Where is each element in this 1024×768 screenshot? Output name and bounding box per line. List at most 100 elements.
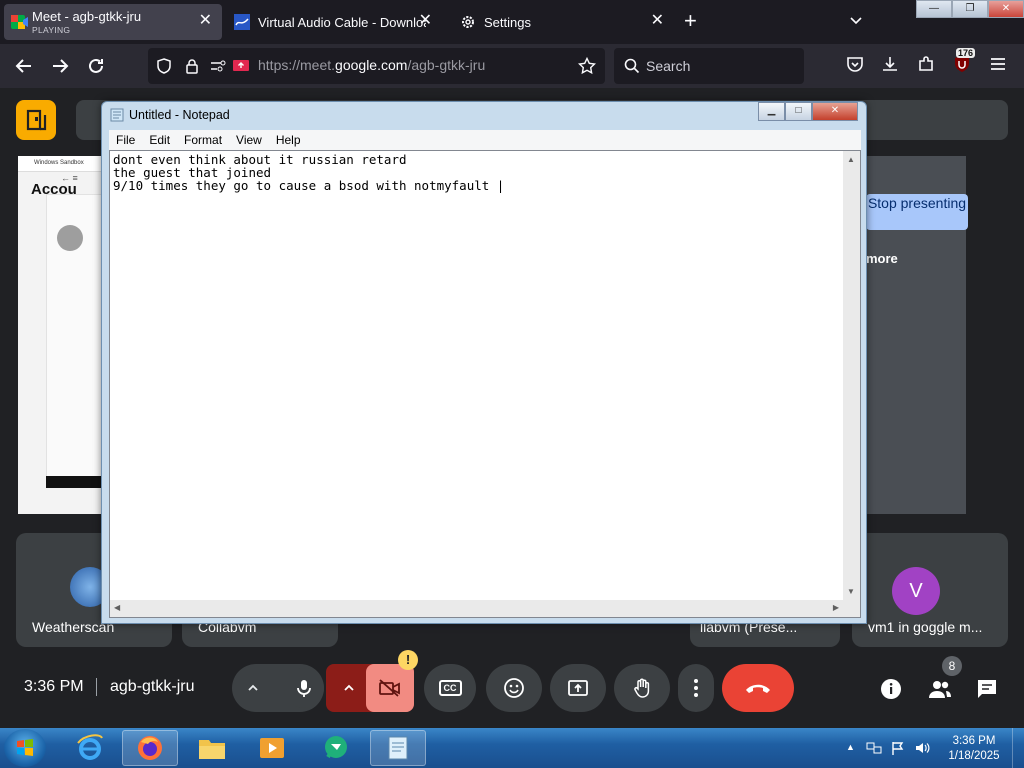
reload-icon[interactable] bbox=[84, 54, 108, 78]
notepad-minimize-button[interactable]: ▁ bbox=[758, 102, 785, 121]
captions-button[interactable]: CC bbox=[424, 664, 476, 712]
stop-presenting-button[interactable]: Stop presenting bbox=[866, 194, 968, 230]
show-desktop-button[interactable] bbox=[1012, 728, 1024, 768]
url-bar[interactable]: https://meet.google.com/agb-gtkk-jru bbox=[148, 48, 605, 84]
hamburger-menu-icon[interactable] bbox=[988, 54, 1012, 78]
meeting-time: 3:36 PM bbox=[24, 678, 84, 695]
participant-avatar: V bbox=[892, 567, 940, 615]
back-arrow-icon[interactable] bbox=[12, 54, 36, 78]
video-options-chevron-icon[interactable] bbox=[342, 681, 356, 695]
search-box[interactable]: Search bbox=[614, 48, 804, 84]
more-label: more bbox=[866, 251, 898, 266]
notepad-icon bbox=[383, 733, 413, 763]
sandbox-taskbar bbox=[46, 476, 108, 488]
tab-virtual-audio-cable[interactable]: Virtual Audio Cable - Download ✕ bbox=[228, 4, 442, 40]
camera-off-icon[interactable] bbox=[366, 664, 414, 712]
horizontal-scrollbar[interactable]: ◀ ▶ bbox=[110, 600, 843, 617]
menu-file[interactable]: File bbox=[109, 133, 142, 147]
microphone-control-group bbox=[232, 664, 324, 712]
taskbar-internet-explorer[interactable] bbox=[62, 730, 118, 766]
tab-meet[interactable]: Meet - agb-gtkk-jru PLAYING ✕ bbox=[4, 4, 222, 40]
raise-hand-button[interactable] bbox=[614, 664, 670, 712]
tab-vac-title: Virtual Audio Cable - Download bbox=[258, 14, 426, 30]
microphone-icon[interactable] bbox=[284, 668, 324, 708]
minimize-button[interactable]: — bbox=[916, 0, 952, 18]
taskbar-media-player[interactable] bbox=[244, 730, 300, 766]
people-icon[interactable] bbox=[928, 678, 952, 700]
downloads-icon[interactable] bbox=[880, 54, 904, 78]
browser-tab-bar: Meet - agb-gtkk-jru PLAYING ✕ Virtual Au… bbox=[0, 0, 1024, 44]
meeting-details-info-icon[interactable] bbox=[880, 678, 902, 700]
new-tab-plus-icon[interactable]: + bbox=[684, 10, 697, 32]
tab-settings-close-icon[interactable]: ✕ bbox=[651, 13, 664, 29]
taskbar-meet-app[interactable] bbox=[308, 730, 364, 766]
scroll-right-arrow-icon[interactable]: ▶ bbox=[833, 603, 839, 612]
navigation-toolbar: https://meet.google.com/agb-gtkk-jru Sea… bbox=[0, 44, 1024, 88]
notepad-maximize-button[interactable]: □ bbox=[785, 102, 812, 121]
show-hidden-icons-chevron-icon[interactable]: ▲ bbox=[846, 742, 855, 752]
scroll-down-arrow-icon[interactable]: ▼ bbox=[847, 587, 855, 596]
hang-up-icon bbox=[744, 681, 772, 695]
network-icon[interactable] bbox=[866, 740, 882, 756]
maximize-button[interactable]: ❐ bbox=[952, 0, 988, 18]
taskbar-firefox[interactable] bbox=[122, 730, 178, 766]
chat-icon[interactable] bbox=[976, 678, 998, 700]
search-placeholder: Search bbox=[646, 58, 691, 74]
menu-view[interactable]: View bbox=[229, 133, 269, 147]
pocket-icon[interactable] bbox=[845, 54, 869, 78]
tab-settings[interactable]: Settings ✕ bbox=[454, 4, 674, 40]
permissions-icon[interactable] bbox=[210, 58, 228, 74]
taskbar-notepad[interactable] bbox=[370, 730, 426, 766]
notepad-window-controls: ▁ □ ✕ bbox=[758, 102, 858, 121]
bookmark-star-icon[interactable] bbox=[578, 57, 596, 75]
notepad-menubar: File Edit Format View Help bbox=[109, 130, 861, 150]
notepad-text-area[interactable]: dont even think about it russian retard t… bbox=[109, 150, 861, 618]
shared-screen-sandbox: Windows Sandbox ← ≡ Accou bbox=[18, 156, 108, 514]
camera-warning-badge: ! bbox=[398, 650, 418, 670]
forward-arrow-icon[interactable] bbox=[48, 54, 72, 78]
participant-tile[interactable]: V vm1 in goggle m... bbox=[852, 533, 1008, 647]
audio-options-chevron-icon[interactable] bbox=[246, 681, 260, 695]
chat-bubble-app-icon bbox=[321, 733, 351, 763]
windows-taskbar: ▲ 3:36 PM 1/18/2025 bbox=[0, 728, 1024, 768]
leave-call-button[interactable] bbox=[722, 664, 794, 712]
text-line: 9/10 times they go to cause a bsod with … bbox=[113, 178, 505, 193]
search-icon bbox=[624, 58, 640, 74]
vertical-scrollbar[interactable]: ▲ ▼ bbox=[843, 151, 860, 600]
scroll-left-arrow-icon[interactable]: ◀ bbox=[114, 603, 120, 612]
scroll-up-arrow-icon[interactable]: ▲ bbox=[847, 155, 855, 164]
notepad-close-button[interactable]: ✕ bbox=[812, 102, 858, 121]
volume-icon[interactable] bbox=[914, 740, 930, 756]
taskbar-file-explorer[interactable] bbox=[184, 730, 240, 766]
list-all-tabs-chevron-icon[interactable] bbox=[848, 12, 864, 28]
internet-explorer-icon bbox=[75, 733, 105, 763]
menu-help[interactable]: Help bbox=[269, 133, 308, 147]
resize-grip-icon[interactable] bbox=[843, 600, 860, 617]
system-clock[interactable]: 3:36 PM 1/18/2025 bbox=[938, 734, 1010, 764]
present-now-button[interactable] bbox=[550, 664, 606, 712]
url-text[interactable]: https://meet.google.com/agb-gtkk-jru bbox=[258, 57, 485, 73]
screen-share-indicator-icon[interactable] bbox=[232, 58, 250, 74]
clock-time: 3:36 PM bbox=[952, 735, 996, 747]
close-button[interactable]: ✕ bbox=[988, 0, 1024, 18]
reactions-button[interactable] bbox=[486, 664, 542, 712]
menu-format[interactable]: Format bbox=[177, 133, 229, 147]
tab-meet-close-icon[interactable]: ✕ bbox=[199, 13, 212, 29]
tracking-shield-icon[interactable] bbox=[156, 58, 172, 74]
notepad-app-icon bbox=[110, 108, 124, 122]
tab-meet-status: PLAYING bbox=[32, 25, 71, 35]
ublock-count-badge: 176 bbox=[956, 48, 976, 58]
start-button[interactable] bbox=[4, 729, 46, 767]
lock-icon[interactable] bbox=[184, 58, 200, 74]
notepad-window: Untitled - Notepad ▁ □ ✕ File Edit Forma… bbox=[101, 101, 867, 624]
tab-vac-close-icon[interactable]: ✕ bbox=[419, 13, 432, 29]
menu-edit[interactable]: Edit bbox=[142, 133, 177, 147]
meet-activities-logo-icon[interactable] bbox=[16, 100, 56, 140]
action-center-flag-icon[interactable] bbox=[890, 740, 906, 756]
more-options-button[interactable] bbox=[678, 664, 714, 712]
extensions-puzzle-icon[interactable] bbox=[916, 54, 940, 78]
notepad-title: Untitled - Notepad bbox=[129, 108, 230, 122]
present-screen-icon bbox=[567, 678, 589, 698]
sandbox-heading: Accou bbox=[31, 181, 77, 198]
vac-favicon-icon bbox=[234, 14, 250, 30]
